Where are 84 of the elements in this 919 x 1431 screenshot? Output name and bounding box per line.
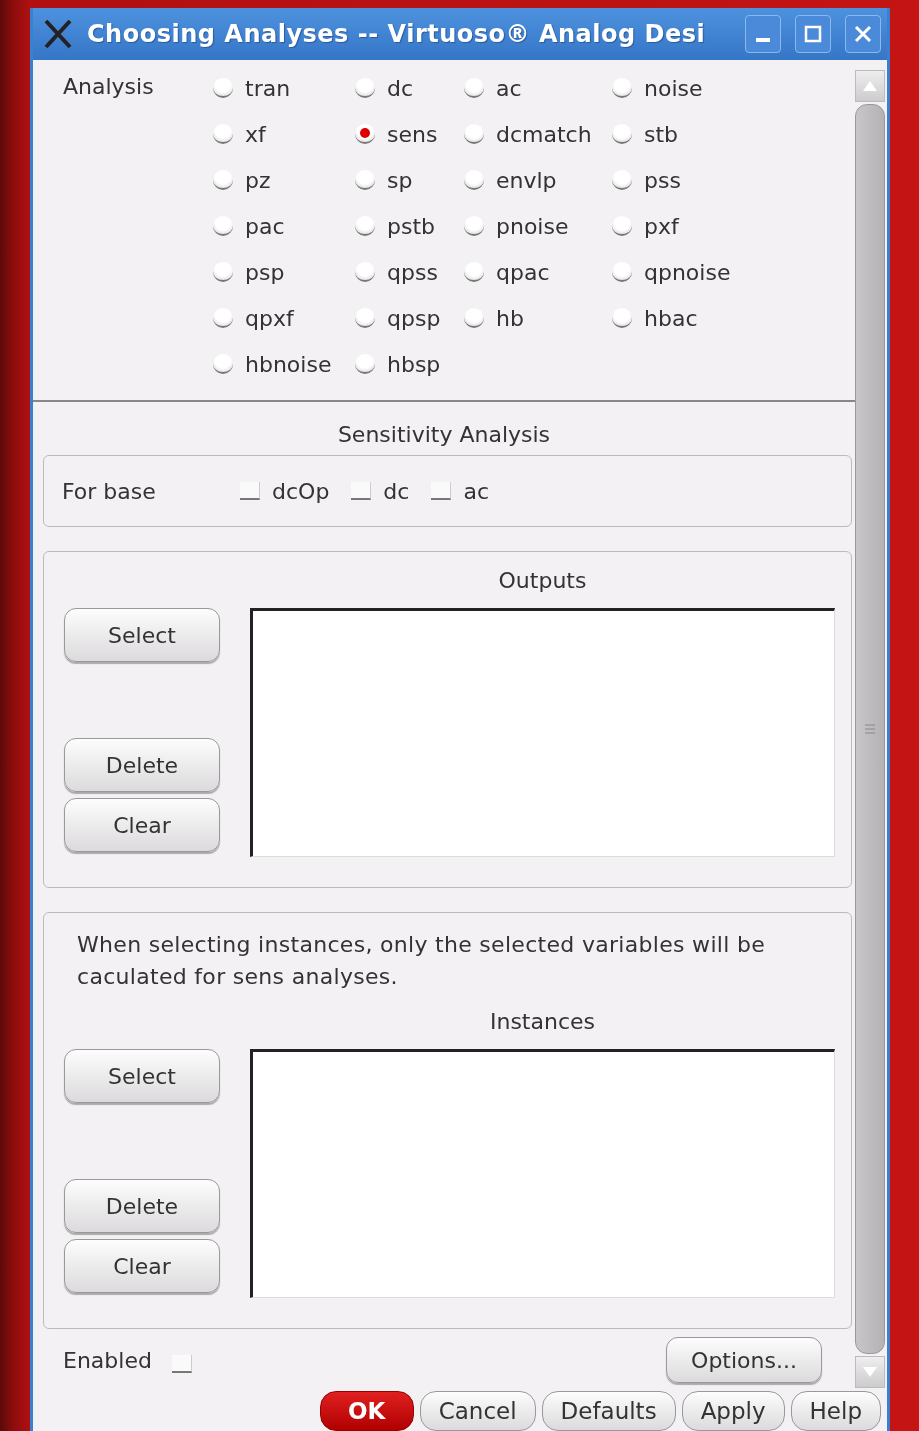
radio-icon[interactable] bbox=[355, 308, 375, 328]
window-title: Choosing Analyses -- Virtuoso® Analog Desi bbox=[87, 20, 707, 48]
dialog-button[interactable]: Defaults bbox=[541, 1391, 676, 1431]
radio-icon[interactable] bbox=[464, 78, 484, 98]
radio-icon[interactable] bbox=[612, 262, 632, 282]
list-title: Outputs bbox=[497, 566, 588, 595]
analysis-radio[interactable]: hb bbox=[464, 304, 612, 332]
analysis-radio[interactable]: pss bbox=[612, 166, 855, 194]
radio-icon[interactable] bbox=[213, 308, 233, 328]
close-button[interactable] bbox=[845, 15, 881, 53]
enabled-label: Enabled bbox=[63, 1347, 152, 1373]
radio-icon[interactable] bbox=[612, 216, 632, 236]
radio-icon[interactable] bbox=[213, 170, 233, 190]
radio-icon[interactable] bbox=[213, 124, 233, 144]
analysis-radio[interactable]: xf bbox=[213, 120, 355, 148]
analysis-radio[interactable]: qpsp bbox=[355, 304, 464, 332]
analysis-radio[interactable]: sp bbox=[355, 166, 464, 194]
radio-icon[interactable] bbox=[213, 354, 233, 374]
radio-icon[interactable] bbox=[464, 308, 484, 328]
section-title: Sensitivity Analysis bbox=[336, 421, 552, 449]
radio-icon[interactable] bbox=[355, 216, 375, 236]
minimize-icon bbox=[756, 38, 770, 42]
x-logo-icon bbox=[43, 19, 73, 49]
radio-icon[interactable] bbox=[355, 170, 375, 190]
analysis-radio[interactable]: envlp bbox=[464, 166, 612, 194]
close-icon bbox=[854, 25, 872, 43]
for-base-checkbox[interactable]: dcOp bbox=[240, 478, 330, 504]
radio-icon[interactable] bbox=[355, 124, 375, 144]
radio-icon[interactable] bbox=[464, 262, 484, 282]
radio-icon[interactable] bbox=[612, 124, 632, 144]
analysis-radio[interactable]: qpss bbox=[355, 258, 464, 286]
radio-icon[interactable] bbox=[464, 216, 484, 236]
instances-note: When selecting instances, only the selected variables will be caculated for sens analyses. bbox=[76, 931, 766, 992]
delete-button[interactable]: Delete bbox=[64, 1179, 220, 1234]
analysis-radio[interactable]: noise bbox=[612, 74, 855, 102]
analysis-radio[interactable]: dc bbox=[355, 74, 464, 102]
radio-icon[interactable] bbox=[612, 308, 632, 328]
minimize-button[interactable] bbox=[745, 15, 781, 53]
analysis-radio[interactable]: pz bbox=[213, 166, 355, 194]
list-title: Instances bbox=[488, 1007, 596, 1036]
analysis-radio[interactable]: qpnoise bbox=[612, 258, 855, 286]
analysis-radio[interactable]: sens bbox=[355, 120, 464, 148]
for-base-label: For base bbox=[62, 478, 157, 504]
enabled-checkbox[interactable] bbox=[171, 1355, 192, 1374]
select-button[interactable]: Select bbox=[64, 608, 220, 663]
maximize-button[interactable] bbox=[795, 15, 831, 53]
radio-icon[interactable] bbox=[464, 124, 484, 144]
radio-icon[interactable] bbox=[355, 262, 375, 282]
radio-icon[interactable] bbox=[213, 216, 233, 236]
analysis-label: Analysis bbox=[63, 74, 155, 101]
analysis-radio[interactable]: qpxf bbox=[213, 304, 355, 332]
options-button[interactable]: Options... bbox=[666, 1337, 822, 1384]
analysis-radio[interactable]: dcmatch bbox=[464, 120, 612, 148]
analysis-radio[interactable]: ac bbox=[464, 74, 612, 102]
dialog-button[interactable]: Help bbox=[790, 1391, 881, 1431]
clear-button[interactable]: Clear bbox=[64, 1239, 220, 1294]
select-button[interactable]: Select bbox=[64, 1049, 220, 1104]
analysis-radio[interactable]: stb bbox=[612, 120, 855, 148]
dialog-button[interactable]: OK bbox=[319, 1391, 414, 1431]
analysis-radio[interactable]: hbsp bbox=[355, 350, 464, 378]
radio-icon[interactable] bbox=[355, 354, 375, 374]
analysis-radio[interactable]: hbac bbox=[612, 304, 855, 332]
radio-icon[interactable] bbox=[612, 170, 632, 190]
dialog-button[interactable]: Apply bbox=[681, 1391, 785, 1431]
delete-button[interactable]: Delete bbox=[64, 738, 220, 793]
analysis-radio[interactable]: pnoise bbox=[464, 212, 612, 240]
clear-button[interactable]: Clear bbox=[64, 798, 220, 853]
radio-icon[interactable] bbox=[612, 78, 632, 98]
analysis-radio[interactable]: psp bbox=[213, 258, 355, 286]
for-base-checkbox[interactable]: dc bbox=[351, 478, 410, 504]
grip-icon bbox=[865, 723, 875, 735]
radio-icon[interactable] bbox=[464, 170, 484, 190]
analysis-radio[interactable]: pxf bbox=[612, 212, 855, 240]
analysis-radio[interactable]: hbnoise bbox=[213, 350, 355, 378]
analysis-radio[interactable]: qpac bbox=[464, 258, 612, 286]
radio-icon[interactable] bbox=[213, 78, 233, 98]
maximize-icon bbox=[804, 25, 822, 43]
analysis-radio[interactable]: tran bbox=[213, 74, 355, 102]
radio-icon[interactable] bbox=[213, 262, 233, 282]
for-base-checkbox[interactable]: ac bbox=[431, 478, 489, 504]
radio-icon[interactable] bbox=[355, 78, 375, 98]
analysis-radio[interactable]: pstb bbox=[355, 212, 464, 240]
analysis-radio[interactable]: pac bbox=[213, 212, 355, 240]
dialog-button[interactable]: Cancel bbox=[419, 1391, 536, 1431]
